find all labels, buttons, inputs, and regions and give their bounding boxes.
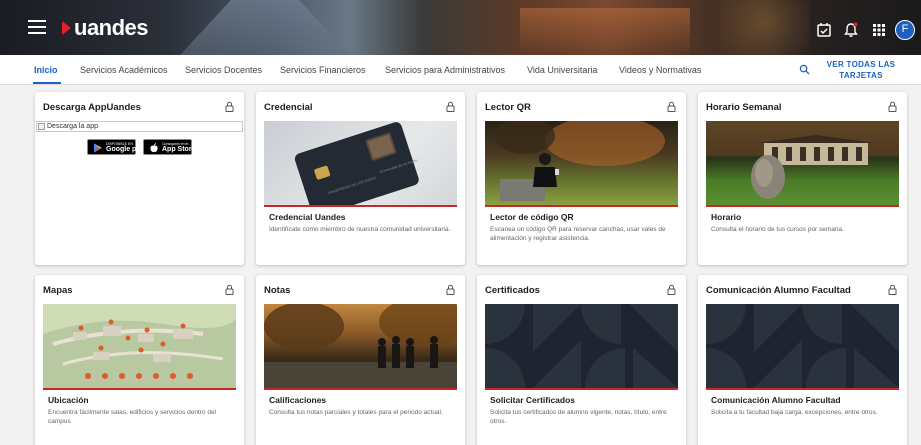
menu-icon[interactable] — [28, 20, 46, 34]
card-title: Descarga AppUandes — [43, 102, 141, 113]
card-credencial[interactable]: Credencial UNIVERSIDAD DE LOS ANDES Univ… — [256, 92, 465, 265]
card-accent-bar — [264, 388, 457, 390]
card-mapas[interactable]: Mapas Ubicación Encuentra fácilmente sal… — [35, 275, 244, 445]
search-icon[interactable] — [799, 64, 810, 75]
card-subtitle: Credencial Uandes — [269, 212, 346, 222]
banner-brick-building — [520, 8, 690, 55]
card-accent-bar — [706, 388, 899, 390]
card-description: Solicita a tu facultad baja carga, excep… — [711, 409, 878, 416]
card-accent-bar — [485, 205, 678, 207]
card-lector-qr[interactable]: Lector QR Lector de código QR Escanea un… — [477, 92, 686, 265]
card-descarga-app[interactable]: Descarga AppUandes Descarga la app DISPO… — [35, 92, 244, 265]
card-subtitle: Horario — [711, 212, 742, 222]
card-title: Mapas — [43, 285, 73, 296]
broken-image: Descarga la app — [36, 121, 243, 132]
certificados-pattern — [485, 304, 678, 388]
card-certificados[interactable]: Certificados Solicitar Certificados Soli… — [477, 275, 686, 445]
broken-image-alt: Descarga la app — [47, 123, 98, 130]
lector-qr-image — [485, 121, 678, 205]
card-subtitle: Ubicación — [48, 395, 89, 405]
apple-icon — [150, 143, 158, 153]
lock-icon — [446, 284, 455, 295]
calendar-check-icon[interactable] — [816, 22, 832, 38]
card-description: Solicita tus certificados de alumno vige… — [490, 409, 667, 425]
tab-servicios-academicos[interactable]: Servicios Académicos — [80, 65, 168, 75]
lock-icon — [225, 101, 234, 112]
card-title: Horario Semanal — [706, 102, 782, 113]
lock-icon — [667, 101, 676, 112]
card-description: Consulta el horario de tus cursos por se… — [711, 226, 844, 233]
card-comunicacion-alumno-facultad[interactable]: Comunicación Alumno Facultad Comunicació… — [698, 275, 907, 445]
card-accent-bar — [43, 388, 236, 390]
tab-inicio[interactable]: Inicio — [34, 65, 58, 75]
active-tab-indicator — [33, 82, 61, 84]
tab-servicios-financieros[interactable]: Servicios Financieros — [280, 65, 366, 75]
card-description: Encuentra fácilmente salas, edificios y … — [48, 409, 216, 425]
card-accent-bar — [485, 388, 678, 390]
credencial-image: UNIVERSIDAD DE LOS ANDES Universidad de … — [264, 121, 457, 205]
card-accent-bar — [264, 205, 457, 207]
broken-image-icon — [38, 123, 45, 130]
lock-icon — [888, 101, 897, 112]
card-title: Certificados — [485, 285, 540, 296]
mapa-image — [43, 304, 236, 388]
bell-icon[interactable] — [843, 22, 859, 38]
card-title: Credencial — [264, 102, 313, 113]
tab-servicios-administrativos[interactable]: Servicios para Administrativos — [385, 65, 505, 75]
tab-vida-universitaria[interactable]: Vida Universitaria — [527, 65, 597, 75]
card-description: Escanea un código QR para reservar canch… — [490, 226, 666, 242]
notas-image — [264, 304, 457, 388]
logo-text: uandes — [74, 15, 149, 40]
lock-icon — [667, 284, 676, 295]
app-store-badge[interactable]: Consíguelo en el App Store — [143, 139, 196, 155]
lock-icon — [888, 284, 897, 295]
app-store-big-text: App Store — [162, 146, 196, 153]
card-title: Notas — [264, 285, 291, 296]
google-play-big-text: Google play — [106, 146, 147, 153]
banner-glass-building — [180, 0, 350, 55]
banner-lights — [720, 0, 810, 55]
uandes-logo[interactable]: uandes — [62, 14, 149, 42]
google-play-icon — [94, 143, 102, 153]
card-horario-semanal[interactable]: Horario Semanal Horario Consulta el hora… — [698, 92, 907, 265]
card-description: Identifícate como miembro de nuestra com… — [269, 226, 451, 233]
card-subtitle: Calificaciones — [269, 395, 327, 405]
card-title: Comunicación Alumno Facultad — [706, 285, 851, 296]
lock-icon — [225, 284, 234, 295]
card-subtitle: Lector de código QR — [490, 212, 574, 222]
card-notas[interactable]: Notas Calificaciones Consulta tus notas … — [256, 275, 465, 445]
logo-arrow-mark — [62, 21, 71, 35]
user-avatar[interactable]: F — [895, 20, 915, 40]
card-subtitle: Comunicación Alumno Facultad — [711, 395, 841, 405]
comunicacion-pattern — [706, 304, 899, 388]
card-title: Lector QR — [485, 102, 531, 113]
google-play-badge[interactable]: DISPONIBLE EN Google play — [87, 139, 146, 155]
horario-image — [706, 121, 899, 205]
card-subtitle: Solicitar Certificados — [490, 395, 576, 405]
card-accent-bar — [706, 205, 899, 207]
lock-icon — [446, 101, 455, 112]
card-description: Consulta tus notas parciales y totales p… — [269, 409, 443, 416]
tab-servicios-docentes[interactable]: Servicios Docentes — [185, 65, 262, 75]
tab-videos-normativas[interactable]: Videos y Normativas — [619, 65, 701, 75]
grid-apps-icon[interactable] — [871, 22, 887, 38]
ver-todas-button[interactable]: VER TODAS LAS TARJETAS — [826, 59, 896, 81]
